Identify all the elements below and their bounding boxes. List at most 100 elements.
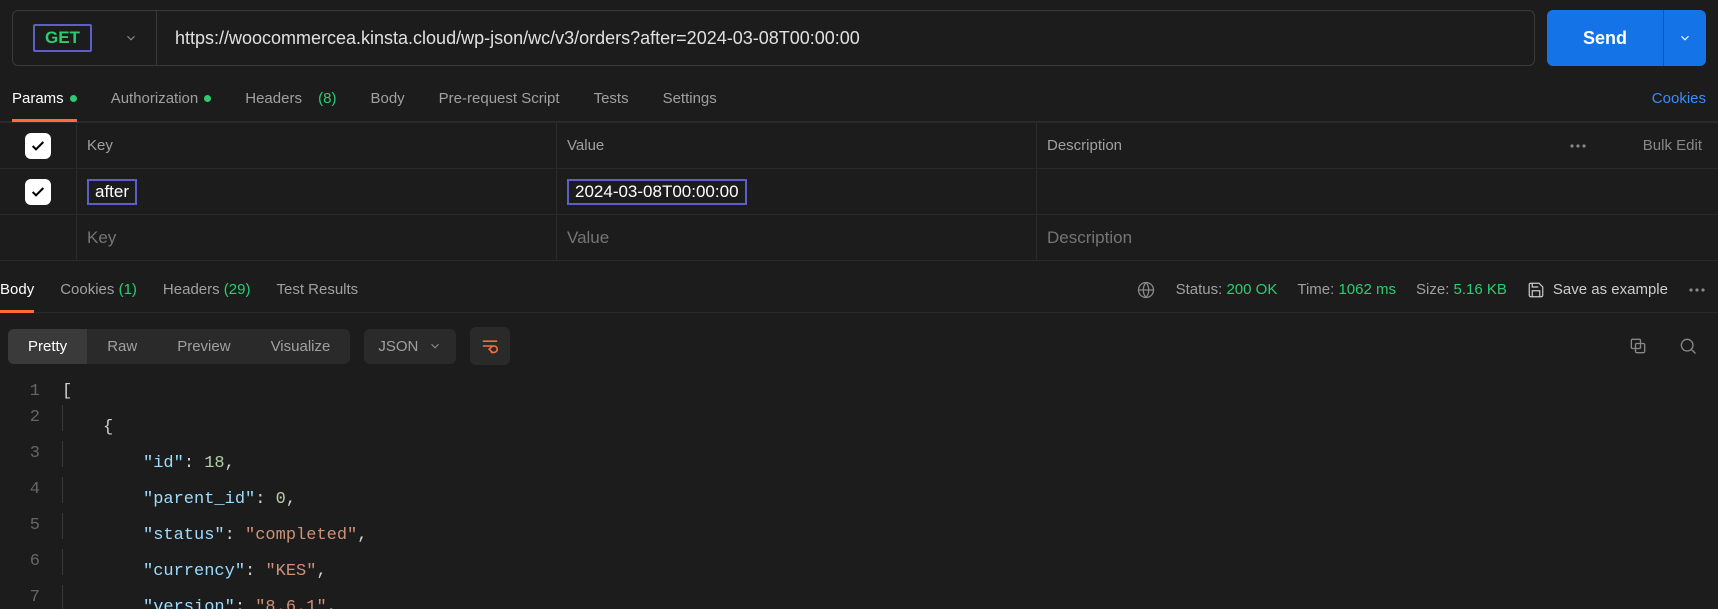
chevron-down-icon	[428, 339, 442, 353]
line-content: "version": "8.6.1",	[62, 585, 337, 609]
row-actions[interactable]	[1548, 143, 1608, 149]
resp-tab-cookies[interactable]: Cookies (1)	[60, 267, 137, 312]
search-button[interactable]	[1670, 336, 1706, 356]
response-tabs: Body Cookies (1) Headers (29) Test Resul…	[0, 267, 1718, 313]
resp-tab-test-results[interactable]: Test Results	[276, 267, 358, 312]
new-key-input[interactable]	[87, 228, 546, 248]
resp-tab-headers-label: Headers	[163, 281, 220, 298]
request-bar: GET Send	[0, 0, 1718, 76]
headers-count: (8)	[318, 90, 336, 107]
size-label: Size:	[1416, 281, 1449, 298]
tab-params-label: Params	[12, 90, 64, 107]
tab-headers-label: Headers	[245, 90, 302, 107]
cookies-count: (1)	[119, 281, 137, 298]
json-line: 2{	[0, 405, 1718, 441]
json-line: 3"id": 18,	[0, 441, 1718, 477]
url-container: GET	[12, 10, 1535, 66]
json-line: 1[	[0, 379, 1718, 405]
tab-tests[interactable]: Tests	[594, 76, 629, 121]
copy-button[interactable]	[1620, 336, 1656, 356]
send-button[interactable]: Send	[1547, 10, 1663, 66]
more-icon	[1688, 287, 1706, 293]
save-icon	[1527, 281, 1545, 299]
send-dropdown-button[interactable]	[1663, 10, 1706, 66]
params-row: after 2024-03-08T00:00:00	[0, 169, 1718, 215]
wrap-icon	[480, 338, 500, 354]
line-number: 4	[0, 477, 62, 513]
resp-headers-count: (29)	[224, 281, 251, 298]
time-label: Time:	[1297, 281, 1334, 298]
response-body[interactable]: 1[2{3"id": 18,4"parent_id": 0,5"status":…	[0, 379, 1718, 609]
params-new-row	[0, 215, 1718, 261]
view-mode-segmented: Pretty Raw Preview Visualize	[8, 329, 350, 364]
globe-icon	[1136, 280, 1156, 300]
search-icon	[1678, 336, 1698, 356]
check-icon	[30, 184, 46, 200]
request-tabs: Params Authorization Headers (8) Body Pr…	[0, 76, 1718, 122]
view-preview[interactable]: Preview	[157, 329, 250, 364]
tab-headers[interactable]: Headers (8)	[245, 76, 336, 121]
param-description[interactable]	[1036, 169, 1548, 214]
line-number: 5	[0, 513, 62, 549]
method-dropdown[interactable]: GET	[13, 11, 157, 65]
line-content: [	[62, 379, 72, 405]
params-header-row: Key Value Description Bulk Edit	[0, 123, 1718, 169]
status-label: Status:	[1176, 281, 1223, 298]
chevron-down-icon	[124, 31, 138, 45]
json-line: 5"status": "completed",	[0, 513, 1718, 549]
line-number: 7	[0, 585, 62, 609]
line-number: 2	[0, 405, 62, 441]
status-value: 200 OK	[1226, 281, 1277, 298]
params-table: Key Value Description Bulk Edit after 20…	[0, 122, 1718, 261]
save-example-label: Save as example	[1553, 281, 1668, 298]
new-description-input[interactable]	[1047, 228, 1538, 248]
line-content: "currency": "KES",	[62, 549, 327, 585]
header-value: Value	[556, 123, 1036, 168]
view-raw[interactable]: Raw	[87, 329, 157, 364]
tab-authorization[interactable]: Authorization	[111, 76, 212, 121]
save-as-example[interactable]: Save as example	[1527, 281, 1668, 299]
more-icon	[1569, 143, 1587, 149]
view-visualize[interactable]: Visualize	[251, 329, 351, 364]
json-line: 4"parent_id": 0,	[0, 477, 1718, 513]
response-more-button[interactable]	[1688, 287, 1706, 293]
time-value: 1062 ms	[1338, 281, 1396, 298]
tab-body[interactable]: Body	[370, 76, 404, 121]
header-key: Key	[76, 123, 556, 168]
bulk-edit-link[interactable]: Bulk Edit	[1608, 137, 1718, 154]
header-description: Description	[1036, 123, 1548, 168]
chevron-down-icon	[1678, 31, 1692, 45]
resp-tab-body[interactable]: Body	[0, 267, 34, 312]
line-content: "status": "completed",	[62, 513, 367, 549]
select-all-checkbox[interactable]	[25, 133, 51, 159]
size-value: 5.16 KB	[1454, 281, 1507, 298]
modified-dot-icon	[70, 95, 77, 102]
new-value-input[interactable]	[567, 228, 1026, 248]
tab-authorization-label: Authorization	[111, 90, 199, 107]
modified-dot-icon	[204, 95, 211, 102]
url-input[interactable]	[157, 11, 1534, 65]
line-content: "id": 18,	[62, 441, 235, 477]
tab-params[interactable]: Params	[12, 76, 77, 121]
line-content: {	[62, 405, 113, 441]
line-number: 1	[0, 379, 62, 405]
line-number: 6	[0, 549, 62, 585]
cookies-link[interactable]: Cookies	[1652, 76, 1706, 121]
response-status-group: Status: 200 OK Time: 1062 ms Size: 5.16 …	[384, 280, 1718, 300]
row-checkbox[interactable]	[25, 179, 51, 205]
json-line: 7"version": "8.6.1",	[0, 585, 1718, 609]
wrap-lines-button[interactable]	[470, 327, 510, 365]
line-content: "parent_id": 0,	[62, 477, 296, 513]
tab-pre-request-script[interactable]: Pre-request Script	[439, 76, 560, 121]
param-key[interactable]: after	[87, 179, 137, 205]
format-dropdown[interactable]: JSON	[364, 329, 456, 364]
tab-settings[interactable]: Settings	[663, 76, 717, 121]
resp-tab-headers[interactable]: Headers (29)	[163, 267, 251, 312]
param-value[interactable]: 2024-03-08T00:00:00	[567, 179, 747, 205]
format-label: JSON	[378, 338, 418, 355]
response-toolbar: Pretty Raw Preview Visualize JSON	[0, 313, 1718, 379]
line-number: 3	[0, 441, 62, 477]
copy-icon	[1628, 336, 1648, 356]
view-pretty[interactable]: Pretty	[8, 329, 87, 364]
resp-tab-cookies-label: Cookies	[60, 281, 114, 298]
